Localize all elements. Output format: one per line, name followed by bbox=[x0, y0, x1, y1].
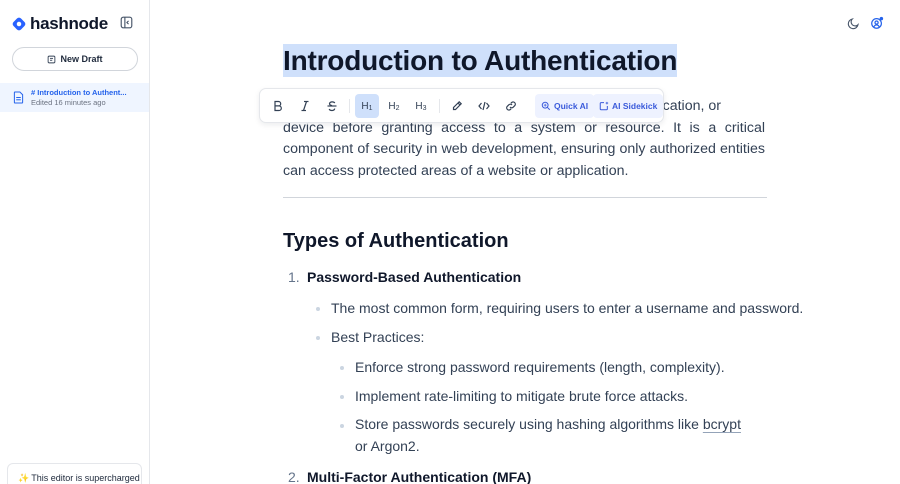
heading-3-button[interactable]: H3 bbox=[409, 94, 433, 118]
ai-sidekick-button[interactable]: AI Sidekick bbox=[593, 94, 664, 118]
list-item[interactable]: Best Practices: bbox=[331, 329, 424, 345]
list-number: 2. bbox=[288, 469, 300, 484]
list-number: 1. bbox=[288, 269, 300, 285]
dark-mode-moon-icon[interactable] bbox=[847, 17, 860, 30]
intro-paragraph-body: device before granting access to a syste… bbox=[283, 119, 765, 179]
editor-promo-card[interactable]: ✨ This editor is supercharged bbox=[7, 463, 142, 484]
sidebar: hashnode New Draft # Introduction to Aut… bbox=[0, 0, 150, 484]
brand-name: hashnode bbox=[30, 14, 108, 33]
strikethrough-button[interactable] bbox=[320, 94, 344, 118]
heading-3-label: H3 bbox=[415, 100, 427, 112]
list-item[interactable]: The most common form, requiring users to… bbox=[331, 300, 803, 316]
sidebar-collapse-icon[interactable] bbox=[120, 16, 133, 29]
ai-sidekick-label: AI Sidekick bbox=[612, 101, 658, 111]
code-button[interactable] bbox=[472, 94, 496, 118]
heading-2-button[interactable]: H2 bbox=[382, 94, 406, 118]
bullet-dot bbox=[340, 424, 344, 428]
new-draft-icon bbox=[48, 55, 56, 63]
bullet-dot bbox=[316, 307, 320, 311]
section-heading[interactable]: Types of Authentication bbox=[283, 230, 509, 253]
editor-canvas[interactable]: Introduction to Authentication lication,… bbox=[283, 0, 803, 484]
draft-list-item[interactable]: # Introduction to Authent... Edited 16 m… bbox=[0, 83, 149, 112]
toolbar-divider bbox=[439, 99, 440, 113]
quick-ai-button[interactable]: Quick AI bbox=[535, 94, 595, 118]
promo-text: This editor is supercharged bbox=[31, 473, 140, 483]
bold-icon bbox=[274, 100, 282, 112]
sub-list-item-tail: or Argon2. bbox=[355, 437, 420, 454]
link-button[interactable] bbox=[499, 94, 523, 118]
heading-1-label: H1 bbox=[361, 100, 373, 112]
horizontal-rule bbox=[283, 197, 767, 198]
sub-list-item[interactable]: Implement rate-limiting to mitigate brut… bbox=[355, 388, 688, 404]
bullet-dot bbox=[340, 366, 344, 370]
strikethrough-icon bbox=[327, 101, 337, 112]
heading-2-label: H2 bbox=[388, 100, 400, 112]
heading-1-button[interactable]: H1 bbox=[355, 94, 379, 118]
spellcheck-word[interactable]: bcrypt bbox=[703, 416, 741, 432]
list-item-title[interactable]: Password-Based Authentication bbox=[307, 269, 521, 285]
highlighter-pen-icon bbox=[452, 100, 463, 111]
sub-list-item[interactable]: Store passwords securely using hashing a… bbox=[355, 414, 745, 457]
draft-title: # Introduction to Authent... bbox=[31, 88, 127, 97]
italic-button[interactable] bbox=[293, 94, 317, 118]
ai-sidekick-icon bbox=[599, 101, 609, 111]
italic-icon bbox=[301, 100, 309, 112]
publish-settings-icon[interactable] bbox=[870, 16, 884, 30]
document-icon bbox=[13, 91, 24, 104]
bold-button[interactable] bbox=[266, 94, 290, 118]
quick-ai-label: Quick AI bbox=[554, 101, 589, 111]
new-draft-label: New Draft bbox=[60, 54, 103, 64]
document-title[interactable]: Introduction to Authentication bbox=[283, 44, 677, 77]
hashnode-logo[interactable]: hashnode bbox=[12, 14, 108, 34]
highlight-button[interactable] bbox=[445, 94, 469, 118]
bullet-dot bbox=[316, 336, 320, 340]
bullet-dot bbox=[340, 395, 344, 399]
hashnode-logo-icon bbox=[12, 17, 26, 31]
sub-list-item-text: Store passwords securely using hashing a… bbox=[355, 416, 703, 432]
toolbar-divider bbox=[349, 99, 350, 113]
sub-list-item[interactable]: Enforce strong password requirements (le… bbox=[355, 359, 725, 375]
list-item-title[interactable]: Multi-Factor Authentication (MFA) bbox=[307, 469, 531, 484]
code-icon bbox=[478, 101, 490, 111]
new-draft-button[interactable]: New Draft bbox=[12, 47, 138, 71]
link-icon bbox=[506, 101, 516, 111]
sparkle-icon: ✨ bbox=[18, 473, 30, 483]
ai-search-sparkle-icon bbox=[541, 101, 551, 111]
draft-edited-time: Edited 16 minutes ago bbox=[31, 98, 106, 107]
formatting-toolbar: H1 H2 H3 Quick AI AI Sidekick bbox=[259, 88, 664, 123]
